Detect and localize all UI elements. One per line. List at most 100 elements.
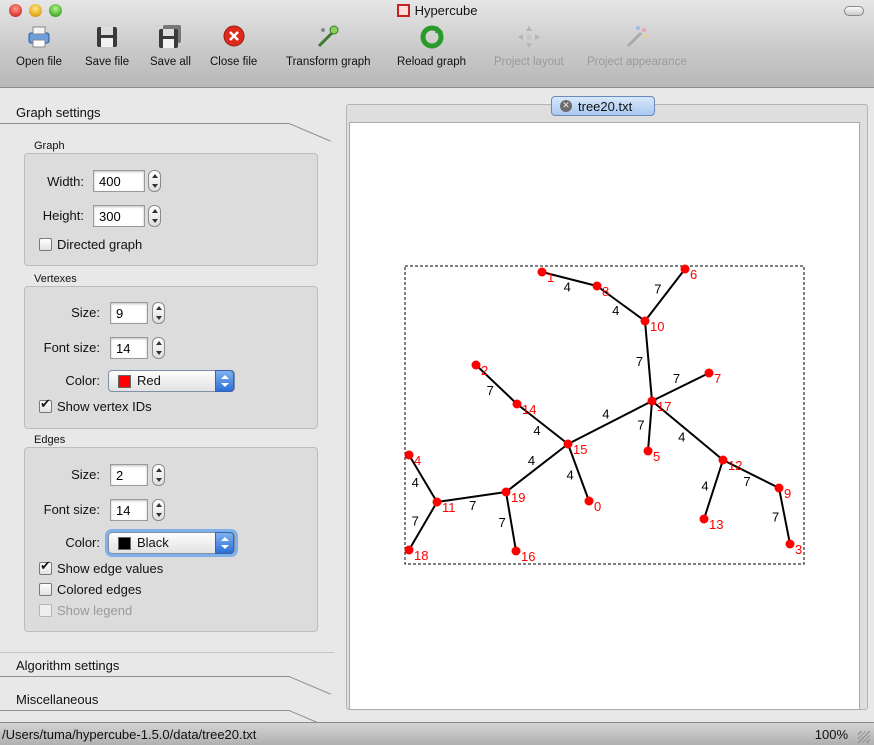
toolbar-toggle-button[interactable] xyxy=(844,6,864,16)
vertex-size-input[interactable] xyxy=(110,302,148,324)
edge-value-label: 4 xyxy=(678,429,685,444)
edge-size-input[interactable] xyxy=(110,464,148,486)
open-file-button[interactable]: Open file xyxy=(16,24,62,68)
vertex-color-select[interactable]: Red xyxy=(108,370,235,392)
graph-vertex[interactable] xyxy=(501,487,511,497)
graph-edge[interactable] xyxy=(644,268,686,322)
colored-edges-box[interactable] xyxy=(39,583,52,596)
graph-vertex[interactable] xyxy=(785,539,795,549)
width-stepper[interactable] xyxy=(148,170,161,192)
vertex-id-label: 0 xyxy=(594,499,601,514)
edge-value-label: 4 xyxy=(612,303,619,318)
graph-vertex[interactable] xyxy=(404,545,414,555)
edges-group-label: Edges xyxy=(34,434,66,446)
close-file-button[interactable]: Close file xyxy=(210,24,257,68)
graph-edge[interactable] xyxy=(505,443,569,493)
graph-vertex[interactable] xyxy=(404,450,414,460)
width-input[interactable] xyxy=(93,170,145,192)
show-vertex-ids-checkbox[interactable]: Show vertex IDs xyxy=(39,397,152,414)
project-layout-button[interactable]: Project layout xyxy=(494,24,564,68)
graph-vertex[interactable] xyxy=(592,281,602,291)
graph-edge[interactable] xyxy=(651,372,710,402)
graph-drawing[interactable]: 4477747474444 77477 7 1861021471715 54 12911… xyxy=(350,123,859,709)
vertex-id-label: 4 xyxy=(414,453,421,468)
graph-settings-header[interactable]: Graph settings xyxy=(0,99,334,142)
edge-color-select[interactable]: Black xyxy=(108,532,235,554)
reload-graph-button[interactable]: Reload graph xyxy=(397,24,466,68)
graph-vertex[interactable] xyxy=(432,497,442,507)
floppy-stack-icon xyxy=(157,24,183,50)
edge-value-label: 4 xyxy=(564,280,571,295)
save-all-button[interactable]: Save all xyxy=(150,24,191,68)
width-label: Width: xyxy=(47,174,84,189)
vertex-id-label: 7 xyxy=(714,371,721,386)
show-legend-box[interactable] xyxy=(39,604,52,617)
graph-vertex[interactable] xyxy=(774,483,784,493)
edge-value-label: 4 xyxy=(701,479,708,494)
vertex-id-label: 6 xyxy=(690,267,697,282)
graph-vertex[interactable] xyxy=(718,455,728,465)
edge-value-label: 7 xyxy=(673,371,680,386)
graph-vertex[interactable] xyxy=(563,439,573,449)
graph-vertex[interactable] xyxy=(537,267,547,277)
transform-graph-button[interactable]: Transform graph xyxy=(286,24,371,68)
vertex-id-label: 3 xyxy=(795,542,802,557)
directed-graph-box[interactable] xyxy=(39,238,52,251)
vertex-id-label: 11 xyxy=(442,500,456,515)
close-circle-icon xyxy=(221,24,247,50)
graph-vertex[interactable] xyxy=(680,264,690,274)
window-title: Hypercube xyxy=(0,3,874,18)
edge-value-label: 4 xyxy=(412,475,419,490)
vertex-id-label: 8 xyxy=(602,284,609,299)
graph-vertex[interactable] xyxy=(511,546,521,556)
graph-vertex[interactable] xyxy=(584,496,594,506)
edge-font-size-input[interactable] xyxy=(110,499,148,521)
vertex-size-label: Size: xyxy=(71,305,100,320)
edge-value-label: 7 xyxy=(743,474,750,489)
vertex-id-label: 1 xyxy=(547,270,554,285)
edge-value-label: 4 xyxy=(602,406,609,421)
show-vertex-ids-box[interactable] xyxy=(39,397,52,413)
miscellaneous-header[interactable]: Miscellaneous xyxy=(0,686,334,729)
header-rule xyxy=(0,710,290,711)
graph-vertex[interactable] xyxy=(643,446,653,456)
vertex-size-stepper[interactable] xyxy=(152,302,165,324)
tab-close-icon[interactable]: ✕ xyxy=(560,100,572,112)
save-file-button[interactable]: Save file xyxy=(85,24,129,68)
graph-vertex[interactable] xyxy=(704,368,714,378)
tab-tree20[interactable]: ✕ tree20.txt xyxy=(551,96,655,116)
show-edge-values-box[interactable] xyxy=(39,559,52,575)
height-stepper[interactable] xyxy=(148,205,161,227)
vertexes-group-label: Vertexes xyxy=(34,273,77,285)
graph-vertex[interactable] xyxy=(699,514,709,524)
algorithm-settings-header[interactable]: Algorithm settings xyxy=(0,652,334,695)
colored-edges-checkbox[interactable]: Colored edges xyxy=(39,582,142,597)
header-top-rule xyxy=(0,652,334,653)
resize-grip-icon[interactable] xyxy=(858,731,870,743)
graph-vertex[interactable] xyxy=(647,396,657,406)
vertex-id-label: 5 xyxy=(653,449,660,464)
graph-canvas[interactable]: 4477747474444774777 1 8 6 10 2 14 7 17 15 5 4 12 9 11… xyxy=(349,122,860,710)
edge-font-size-stepper[interactable] xyxy=(152,499,165,521)
height-input[interactable] xyxy=(93,205,145,227)
edge-size-stepper[interactable] xyxy=(152,464,165,486)
file-path-status: /Users/tuma/hypercube-1.5.0/data/tree20.… xyxy=(2,727,257,742)
show-edge-values-checkbox[interactable]: Show edge values xyxy=(39,559,163,576)
floppy-disk-icon xyxy=(94,24,120,50)
vertex-font-size-input[interactable] xyxy=(110,337,148,359)
vertex-id-label: 17 xyxy=(657,399,671,414)
edge-value-label: 4 xyxy=(533,423,540,438)
vertex-id-label: 12 xyxy=(728,458,742,473)
graph-vertex[interactable] xyxy=(640,316,650,326)
directed-graph-checkbox[interactable]: Directed graph xyxy=(39,237,142,252)
header-rule-slant xyxy=(289,123,331,142)
show-legend-checkbox[interactable]: Show legend xyxy=(39,603,132,618)
graph-edge[interactable] xyxy=(647,400,653,452)
vertex-font-size-stepper[interactable] xyxy=(152,337,165,359)
graph-vertex[interactable] xyxy=(471,360,481,370)
edge-value-label: 4 xyxy=(528,453,535,468)
edge-value-label: 7 xyxy=(499,515,506,530)
vertex-id-label: 10 xyxy=(650,319,664,334)
project-appearance-button[interactable]: Project appearance xyxy=(587,24,687,68)
graph-vertex[interactable] xyxy=(512,399,522,409)
